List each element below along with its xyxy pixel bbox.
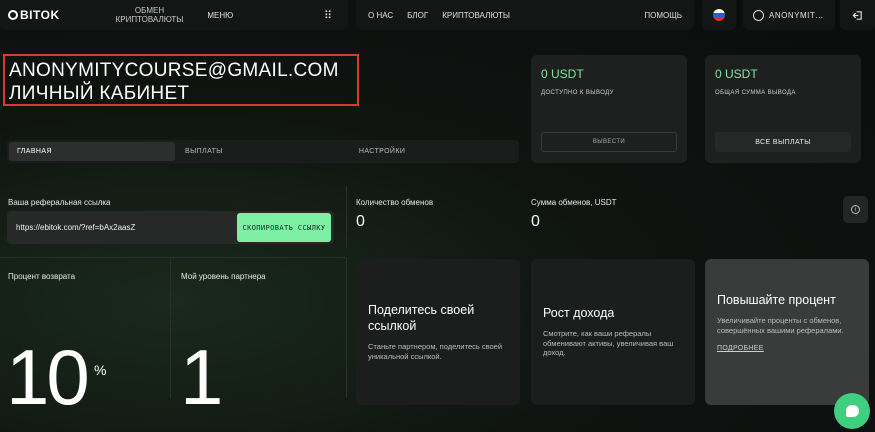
info-icon: i xyxy=(851,205,860,214)
total-withdrawn-amount: 0 USDT xyxy=(715,67,758,81)
feature-card-raise-percent: Повышайте процент Увеличивайте проценты … xyxy=(705,259,869,405)
referral-label: Ваша реферальная ссылка xyxy=(8,198,111,207)
logout-icon xyxy=(852,10,862,20)
exchanges-sum-label: Сумма обменов, USDT xyxy=(531,198,617,207)
feature-title: Рост дохода xyxy=(543,306,615,320)
feature-description: Увеличивайте проценты с обменов, совершё… xyxy=(717,316,844,335)
withdraw-button[interactable]: ВЫВЕСТИ xyxy=(541,132,677,152)
total-withdrawn-caption: ОБЩАЯ СУММА ВЫВОДА xyxy=(715,90,796,96)
exchanges-count-value: 0 xyxy=(356,213,365,230)
logo[interactable]: BITOK xyxy=(8,8,60,22)
nav-mid-block: О НАС БЛОГ КРИПТОВАЛЮТЫ ПОМОЩЬ xyxy=(356,0,694,30)
nav-left-block: BITOK ОБМЕН КРИПТОВАЛЮТЫ МЕНЮ ⠿ xyxy=(0,0,348,30)
available-amount: 0 USDT xyxy=(541,67,584,81)
language-switch[interactable] xyxy=(702,0,736,30)
nav-help-link[interactable]: ПОМОЩЬ xyxy=(644,11,682,20)
return-percent-value: 10 xyxy=(6,333,90,421)
nav-exchange-line2: КРИПТОВАЛЮТЫ xyxy=(115,15,184,24)
tab-settings[interactable]: НАСТРОЙКИ xyxy=(359,148,405,155)
nav-exchange-link[interactable]: ОБМЕН КРИПТОВАЛЮТЫ xyxy=(116,6,184,24)
chat-icon xyxy=(845,405,859,417)
divider xyxy=(170,258,171,398)
nav-link-crypto[interactable]: КРИПТОВАЛЮТЫ xyxy=(442,11,510,20)
feature-card-share: Поделитесь своей ссылкой Станьте партнер… xyxy=(356,259,520,405)
exchanges-sum-value: 0 xyxy=(531,213,540,230)
tab-payouts[interactable]: ВЫПЛАТЫ xyxy=(185,148,223,155)
nav-exchange-line1: ОБМЕН xyxy=(134,6,165,15)
nav-link-blog[interactable]: БЛОГ xyxy=(407,11,428,20)
copy-link-button[interactable]: СКОПИРОВАТЬ ССЫЛКУ xyxy=(237,213,331,242)
referral-url[interactable]: https://ebitok.com/?ref=bAx2aasZ xyxy=(16,223,135,232)
user-name: ANONYMIT… xyxy=(769,10,824,20)
grid-dots-icon[interactable]: ⠿ xyxy=(324,9,332,22)
divider xyxy=(346,186,347,248)
tab-main[interactable]: ГЛАВНАЯ xyxy=(9,142,175,161)
account-heading: ANONYMITYCOURSE@GMAIL.COM ЛИЧНЫЙ КАБИНЕТ xyxy=(3,54,359,106)
percent-sign: % xyxy=(94,362,107,378)
chat-button[interactable] xyxy=(834,393,870,429)
user-menu[interactable]: ANONYMIT… xyxy=(743,0,835,30)
exchanges-count-label: Количество обменов xyxy=(356,198,434,207)
all-payouts-button[interactable]: ВСЕ ВЫПЛАТЫ xyxy=(715,132,851,152)
russia-flag-icon xyxy=(713,9,725,21)
feature-description: Смотрите, как ваши рефералы обменивают а… xyxy=(543,329,674,357)
available-caption: ДОСТУПНО К ВЫВОДУ xyxy=(541,90,614,96)
user-icon xyxy=(753,9,764,21)
account-tabs: ГЛАВНАЯ ВЫПЛАТЫ НАСТРОЙКИ xyxy=(7,140,519,163)
divider xyxy=(0,257,346,258)
feature-title: Поделитесь своей ссылкой xyxy=(368,303,475,333)
partner-level-label: Мой уровень партнера xyxy=(181,272,266,281)
available-balance-card: 0 USDT ДОСТУПНО К ВЫВОДУ ВЫВЕСТИ xyxy=(531,55,687,163)
info-button[interactable]: i xyxy=(843,196,868,223)
divider xyxy=(346,258,347,398)
logo-text: BITOK xyxy=(20,8,60,22)
page-title: ЛИЧНЫЙ КАБИНЕТ xyxy=(9,83,190,104)
account-email: ANONYMITYCOURSE@GMAIL.COM xyxy=(9,60,339,81)
partner-level-value: 1 xyxy=(180,333,223,421)
return-percent-label: Процент возврата xyxy=(8,272,76,281)
feature-title: Повышайте процент xyxy=(717,293,836,307)
logout-button[interactable] xyxy=(840,0,875,30)
feature-description: Станьте партнером, поделитесь своей уник… xyxy=(368,342,503,361)
feature-card-income: Рост дохода Смотрите, как ваши рефералы … xyxy=(531,259,695,405)
nav-menu-link[interactable]: МЕНЮ xyxy=(207,11,233,20)
nav-link-about[interactable]: О НАС xyxy=(368,11,393,20)
referral-link-field: https://ebitok.com/?ref=bAx2aasZ СКОПИРО… xyxy=(7,211,334,244)
learn-more-link[interactable]: ПОДРОБНЕЕ xyxy=(717,345,857,352)
logo-mark-icon xyxy=(8,10,18,20)
total-withdrawn-card: 0 USDT ОБЩАЯ СУММА ВЫВОДА ВСЕ ВЫПЛАТЫ xyxy=(705,55,861,163)
